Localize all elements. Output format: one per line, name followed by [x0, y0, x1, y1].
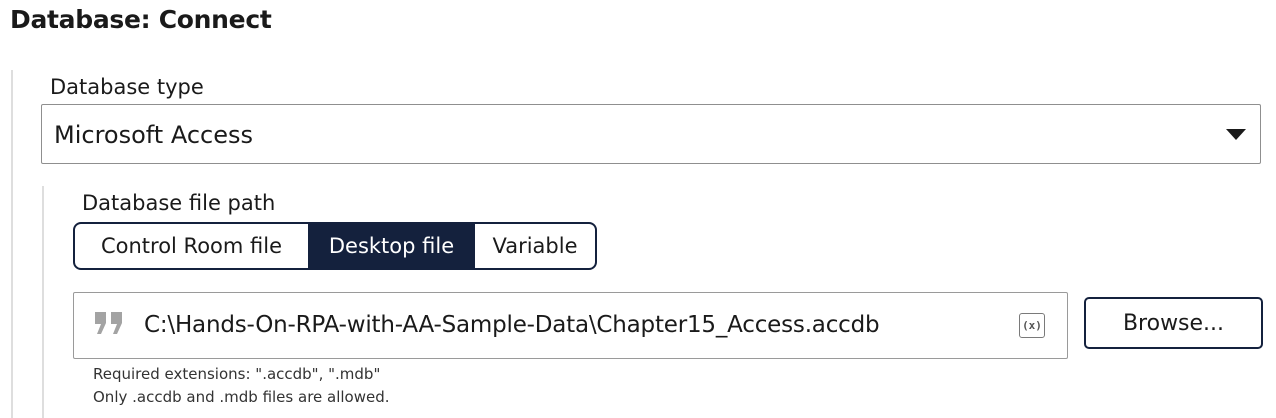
- quote-icon: [95, 312, 122, 334]
- allowed-files-hint: Only .accdb and .mdb files are allowed.: [93, 388, 390, 406]
- file-path-input[interactable]: C:\Hands-On-RPA-with-AA-Sample-Data\Chap…: [73, 292, 1068, 359]
- section-rule: [11, 70, 13, 418]
- file-source-toggle: Control Room file Desktop file Variable: [73, 222, 597, 270]
- option-variable[interactable]: Variable: [475, 224, 595, 268]
- caret-down-icon: [1226, 129, 1246, 140]
- required-extensions-hint: Required extensions: ".accdb", ".mdb": [93, 365, 381, 383]
- browse-button[interactable]: Browse...: [1084, 297, 1263, 349]
- database-type-label: Database type: [50, 75, 204, 99]
- database-type-value: Microsoft Access: [54, 121, 254, 149]
- option-control-room-file[interactable]: Control Room file: [75, 224, 308, 268]
- subsection-rule: [42, 186, 44, 418]
- database-file-path-label: Database file path: [82, 191, 276, 215]
- file-path-value: C:\Hands-On-RPA-with-AA-Sample-Data\Chap…: [144, 312, 880, 338]
- option-desktop-file[interactable]: Desktop file: [308, 224, 475, 268]
- database-type-select[interactable]: Microsoft Access: [41, 104, 1261, 164]
- variable-icon[interactable]: (x): [1019, 313, 1045, 338]
- page-title: Database: Connect: [10, 5, 272, 34]
